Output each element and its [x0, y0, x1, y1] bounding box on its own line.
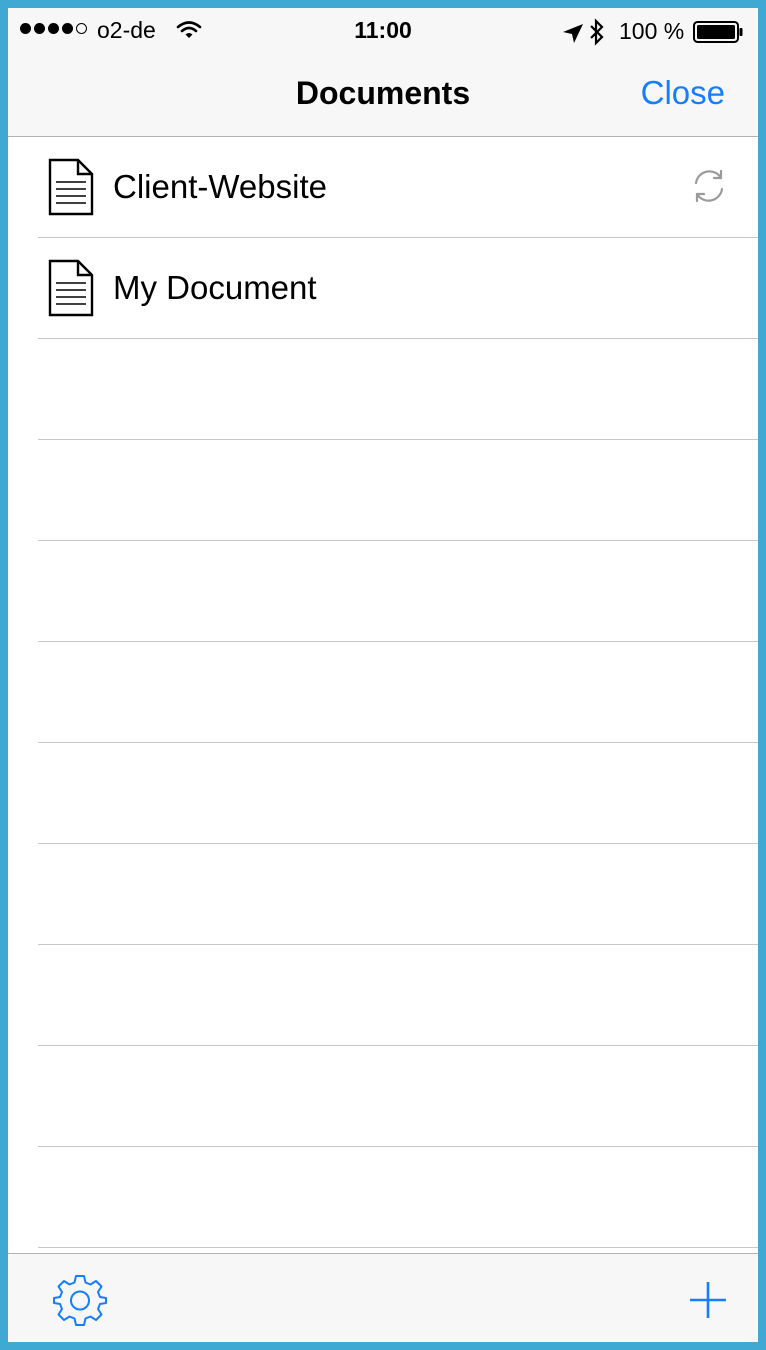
- document-list: Client-Website My Document: [8, 137, 758, 1248]
- sync-icon[interactable]: [690, 167, 728, 205]
- empty-row: [38, 1147, 758, 1248]
- empty-row: [38, 339, 758, 440]
- empty-row: [38, 844, 758, 945]
- empty-row: [38, 541, 758, 642]
- document-row-client-website[interactable]: Client-Website: [38, 137, 758, 238]
- bluetooth-icon: [590, 18, 604, 46]
- empty-row: [38, 743, 758, 844]
- location-arrow-icon: [563, 24, 583, 43]
- close-button[interactable]: Close: [641, 74, 725, 112]
- empty-row: [38, 440, 758, 541]
- screen: o2-de 11:00 100 % Documents Close Client…: [8, 8, 758, 1342]
- document-icon: [48, 158, 94, 216]
- gear-icon[interactable]: [52, 1272, 108, 1328]
- empty-row: [38, 1046, 758, 1147]
- plus-icon[interactable]: [688, 1280, 728, 1320]
- empty-row: [38, 642, 758, 743]
- battery-icon: [693, 21, 743, 43]
- battery-percentage: 100 %: [619, 18, 685, 44]
- document-row-my-document[interactable]: My Document: [38, 238, 758, 339]
- status-bar: o2-de 11:00 100 %: [8, 8, 758, 48]
- navigation-bar: Documents Close: [8, 48, 758, 137]
- document-icon: [48, 259, 94, 317]
- document-name: My Document: [113, 269, 317, 306]
- document-name: Client-Website: [113, 168, 327, 205]
- empty-row: [38, 945, 758, 1046]
- bottom-toolbar: [8, 1253, 758, 1342]
